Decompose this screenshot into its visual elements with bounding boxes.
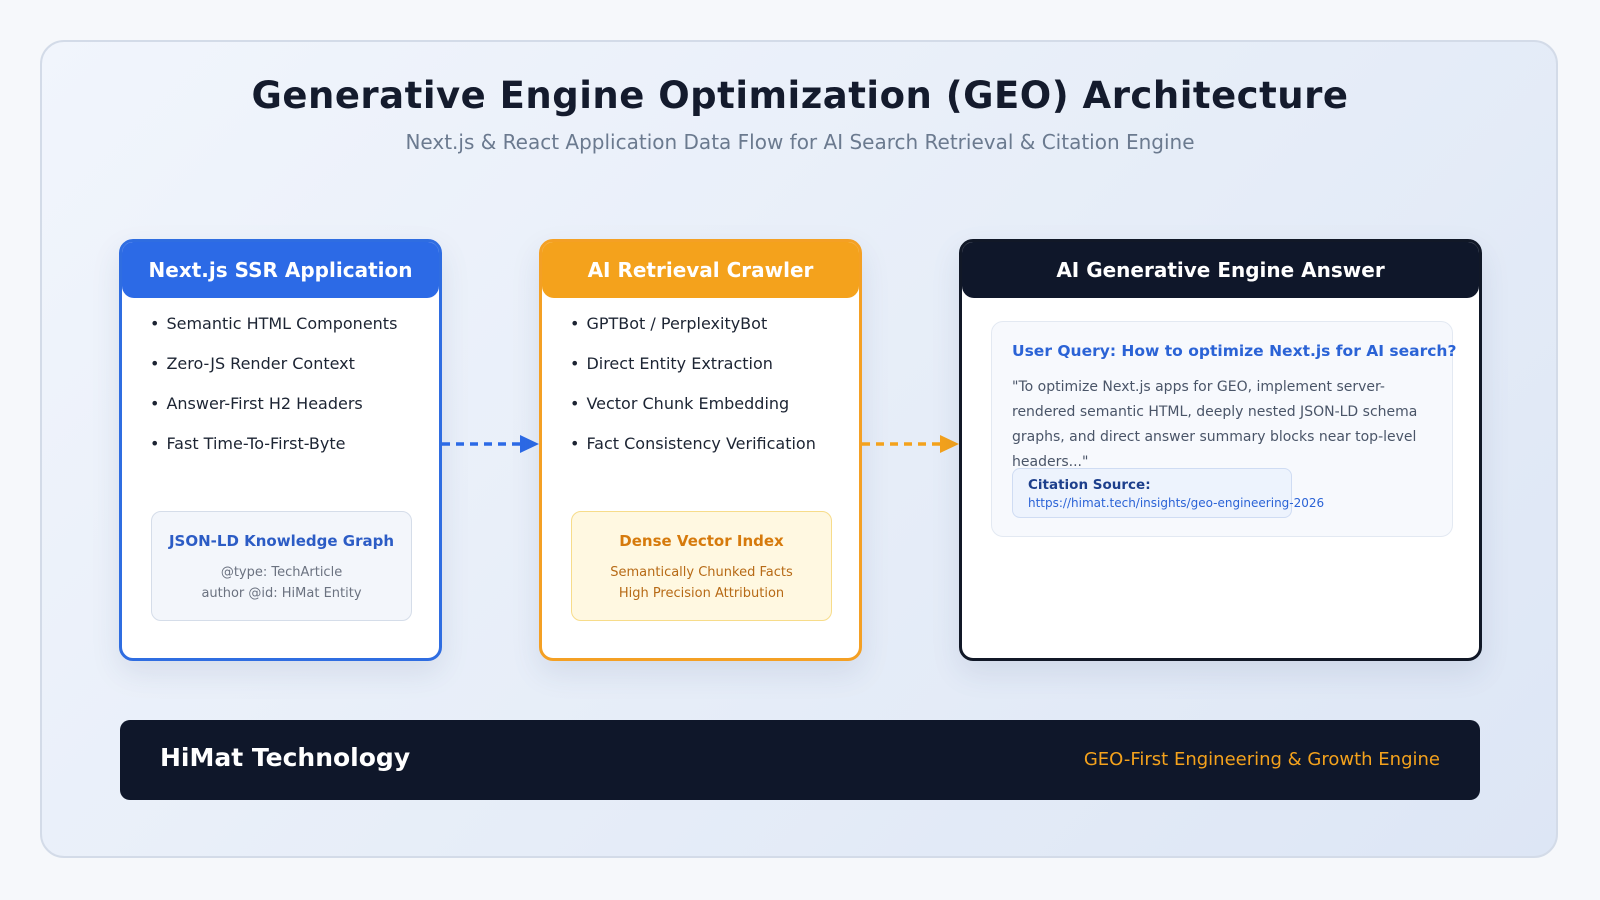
vector-index-line: Semantically Chunked Facts bbox=[610, 565, 793, 580]
nextjs-ssr-card: Next.js SSR Application Semantic HTML Co… bbox=[119, 239, 442, 661]
list-item: Semantic HTML Components bbox=[150, 312, 439, 352]
answer-box: User Query: How to optimize Next.js for … bbox=[991, 321, 1457, 537]
answer-card-header: AI Generative Engine Answer bbox=[962, 242, 1479, 298]
ai-crawler-card: AI Retrieval Crawler GPTBot / Perplexity… bbox=[539, 239, 862, 661]
citation-source-box: Citation Source: https://himat.tech/insi… bbox=[1012, 468, 1325, 518]
brand-tagline: GEO-First Engineering & Growth Engine bbox=[1083, 749, 1440, 770]
footer-bar: HiMat Technology GEO-First Engineering &… bbox=[120, 720, 1480, 800]
page-title: Generative Engine Optimization (GEO) Arc… bbox=[251, 74, 1349, 117]
nextjs-feature-list: Semantic HTML Components Zero-JS Render … bbox=[122, 298, 439, 472]
flow-arrow-icon bbox=[442, 435, 539, 453]
crawler-card-header: AI Retrieval Crawler bbox=[542, 242, 859, 298]
list-item: Vector Chunk Embedding bbox=[570, 392, 859, 432]
citation-url: https://himat.tech/insights/geo-engineer… bbox=[1028, 496, 1325, 510]
list-item: Direct Entity Extraction bbox=[570, 352, 859, 392]
page-subtitle: Next.js & React Application Data Flow fo… bbox=[405, 130, 1195, 154]
json-ld-box: JSON-LD Knowledge Graph @type: TechArtic… bbox=[151, 511, 412, 621]
list-item: Answer-First H2 Headers bbox=[150, 392, 439, 432]
json-ld-line: author @id: HiMat Entity bbox=[201, 586, 362, 601]
crawler-feature-list: GPTBot / PerplexityBot Direct Entity Ext… bbox=[542, 298, 859, 472]
list-item: Zero-JS Render Context bbox=[150, 352, 439, 392]
list-item: GPTBot / PerplexityBot bbox=[570, 312, 859, 352]
answer-quote: "To optimize Next.js apps for GEO, imple… bbox=[1012, 379, 1418, 470]
user-query: User Query: How to optimize Next.js for … bbox=[1012, 342, 1457, 360]
vector-index-title: Dense Vector Index bbox=[619, 532, 784, 550]
citation-label: Citation Source: bbox=[1028, 477, 1151, 493]
json-ld-title: JSON-LD Knowledge Graph bbox=[168, 532, 395, 550]
brand-name: HiMat Technology bbox=[160, 743, 411, 772]
vector-index-line: High Precision Attribution bbox=[618, 586, 785, 601]
nextjs-card-header: Next.js SSR Application bbox=[122, 242, 439, 298]
ai-answer-card: AI Generative Engine Answer User Query: … bbox=[959, 239, 1482, 661]
flow-arrow-icon bbox=[862, 435, 959, 453]
list-item: Fast Time-To-First-Byte bbox=[150, 432, 439, 472]
json-ld-line: @type: TechArticle bbox=[220, 565, 343, 580]
list-item: Fact Consistency Verification bbox=[570, 432, 859, 472]
vector-index-box: Dense Vector Index Semantically Chunked … bbox=[571, 511, 832, 621]
